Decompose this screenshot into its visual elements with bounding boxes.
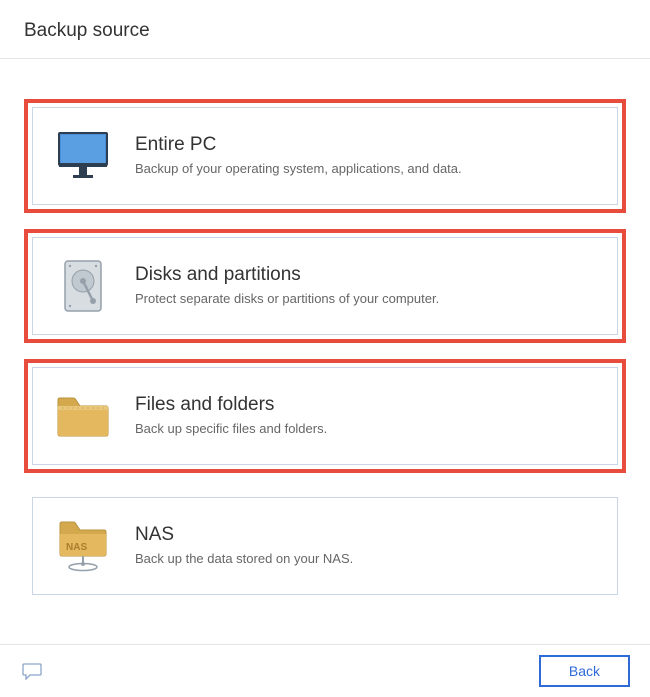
- option-title: Entire PC: [135, 134, 597, 156]
- option-desc: Protect separate disks or partitions of …: [135, 290, 597, 308]
- chat-icon[interactable]: [20, 659, 44, 683]
- page-header: Backup source: [0, 0, 650, 59]
- page-footer: Back: [0, 644, 650, 697]
- option-desc: Back up specific files and folders.: [135, 420, 597, 438]
- option-nas[interactable]: NAS NAS Back up the data stored on your …: [32, 497, 618, 595]
- svg-text:NAS: NAS: [66, 542, 87, 553]
- option-highlight: Files and folders Back up specific files…: [24, 359, 626, 473]
- option-text: Entire PC Backup of your operating syste…: [135, 134, 597, 178]
- option-desc: Backup of your operating system, applica…: [135, 160, 597, 178]
- option-text: Disks and partitions Protect separate di…: [135, 264, 597, 308]
- option-title: Files and folders: [135, 394, 597, 416]
- option-text: Files and folders Back up specific files…: [135, 394, 597, 438]
- option-disks-partitions[interactable]: Disks and partitions Protect separate di…: [32, 237, 618, 335]
- nas-icon: NAS: [53, 516, 113, 576]
- back-button[interactable]: Back: [539, 655, 630, 687]
- hard-disk-icon: [53, 256, 113, 316]
- folder-icon: [53, 386, 113, 446]
- option-text: NAS Back up the data stored on your NAS.: [135, 524, 597, 568]
- option-highlight: Disks and partitions Protect separate di…: [24, 229, 626, 343]
- option-files-folders[interactable]: Files and folders Back up specific files…: [32, 367, 618, 465]
- option-entire-pc[interactable]: Entire PC Backup of your operating syste…: [32, 107, 618, 205]
- option-title: Disks and partitions: [135, 264, 597, 286]
- option-desc: Back up the data stored on your NAS.: [135, 550, 597, 568]
- options-list: Entire PC Backup of your operating syste…: [0, 59, 650, 639]
- option-highlight: Entire PC Backup of your operating syste…: [24, 99, 626, 213]
- option-title: NAS: [135, 524, 597, 546]
- monitor-icon: [53, 126, 113, 186]
- page-title: Backup source: [24, 20, 626, 42]
- option-wrapper: NAS NAS Back up the data stored on your …: [24, 489, 626, 603]
